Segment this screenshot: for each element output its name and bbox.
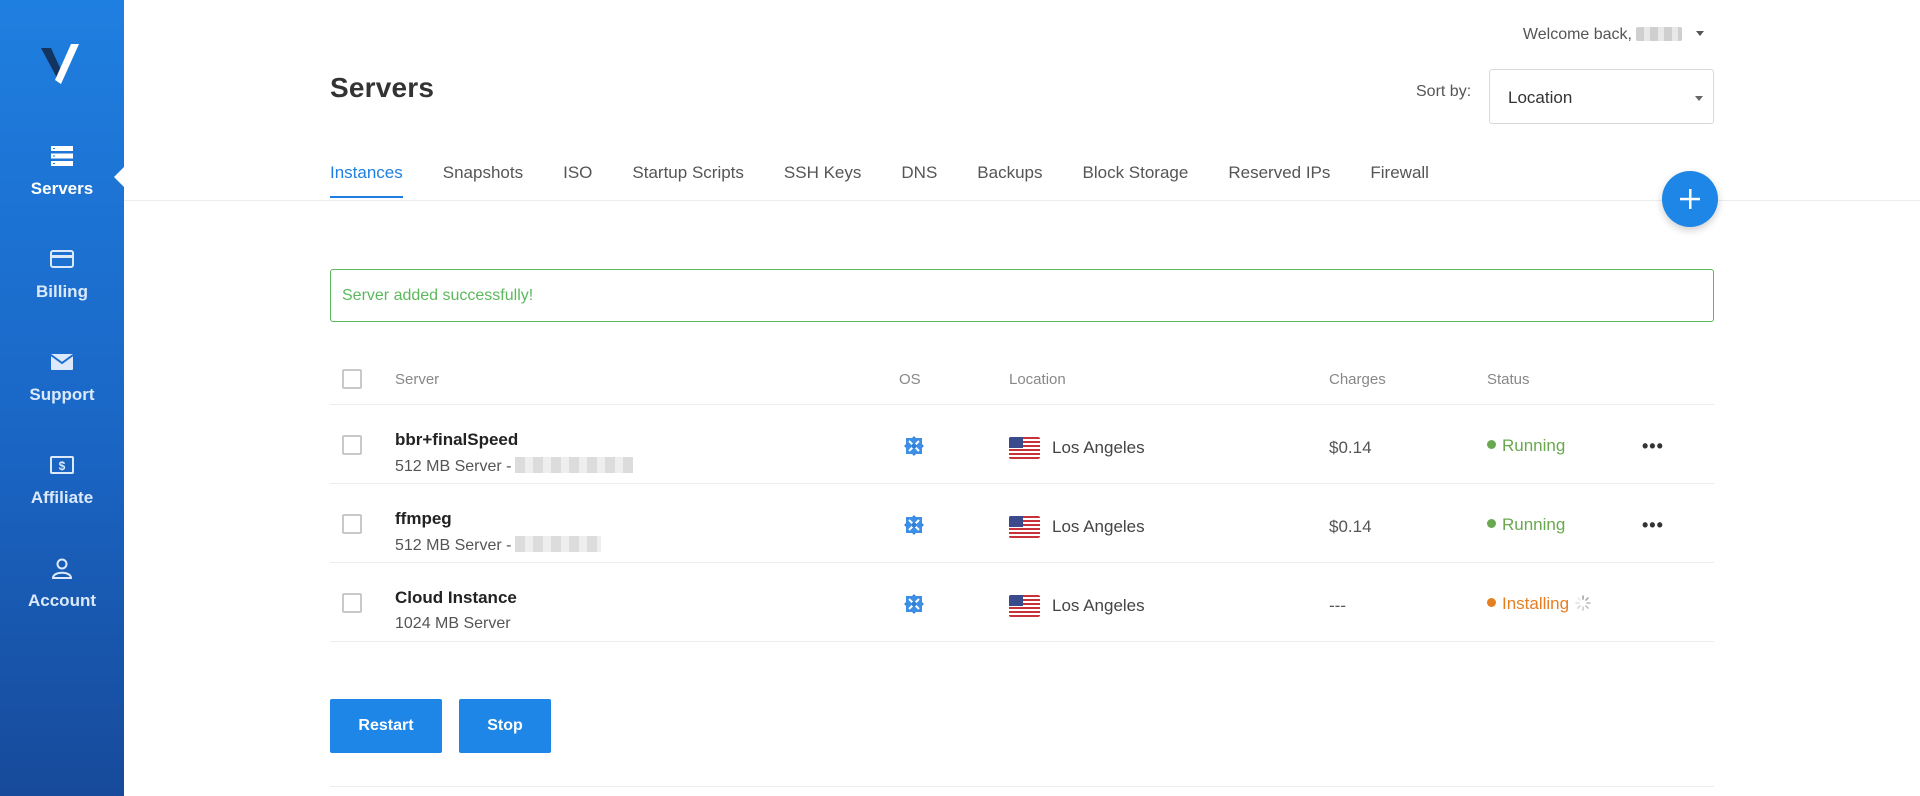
server-name[interactable]: bbr+finalSpeed — [395, 430, 518, 450]
centos-os-icon — [904, 594, 924, 614]
centos-os-icon — [904, 436, 924, 456]
column-header-location[interactable]: Location — [1009, 371, 1066, 388]
row-checkbox[interactable] — [342, 514, 362, 534]
sidebar-item-account[interactable]: Account — [0, 555, 124, 645]
success-alert: Server added successfully! — [330, 269, 1714, 322]
dollar-icon: $ — [50, 456, 74, 474]
user-menu[interactable]: Welcome back, — [1523, 26, 1704, 44]
status-dot — [1487, 440, 1496, 449]
status-dot — [1487, 519, 1496, 528]
envelope-icon — [50, 354, 74, 370]
loading-spinner-icon — [1575, 595, 1591, 611]
sidebar-item-label: Affiliate — [30, 488, 94, 507]
sort-select-value: Location — [1508, 88, 1573, 107]
server-details: 512 MB Server - — [395, 457, 634, 476]
status-badge: Installing — [1487, 594, 1591, 614]
sort-select[interactable]: Location — [1489, 69, 1714, 124]
table-row[interactable]: bbr+finalSpeed 512 MB Server - Los Angel… — [330, 405, 1714, 484]
page-title: Servers — [330, 72, 435, 103]
redacted-ip — [515, 536, 602, 552]
column-header-os[interactable]: OS — [899, 371, 921, 388]
sidebar-item-label: Billing — [36, 282, 88, 301]
server-name[interactable]: ffmpeg — [395, 509, 452, 529]
server-icon — [51, 146, 73, 166]
tab-ssh-keys[interactable]: SSH Keys — [784, 163, 861, 198]
server-charges: $0.14 — [1329, 517, 1372, 536]
redacted-ip — [515, 457, 634, 473]
sidebar-item-affiliate[interactable]: $ Affiliate — [0, 452, 124, 542]
sidebar-item-billing[interactable]: Billing — [0, 246, 124, 336]
table-header: Server OS Location Charges Status — [330, 355, 1714, 405]
tab-startup-scripts[interactable]: Startup Scripts — [632, 163, 744, 198]
tab-instances[interactable]: Instances — [330, 163, 403, 198]
sidebar-item-servers[interactable]: Servers — [0, 143, 126, 233]
stop-button[interactable]: Stop — [459, 699, 551, 753]
us-flag-icon — [1009, 516, 1040, 538]
server-charges: --- — [1329, 596, 1346, 615]
tab-block-storage[interactable]: Block Storage — [1083, 163, 1189, 198]
chevron-down-icon — [1696, 31, 1704, 36]
row-checkbox[interactable] — [342, 593, 362, 613]
tab-firewall[interactable]: Firewall — [1370, 163, 1429, 198]
tab-reserved-ips[interactable]: Reserved IPs — [1228, 163, 1330, 198]
column-header-status[interactable]: Status — [1487, 371, 1530, 388]
centos-os-icon — [904, 515, 924, 535]
tab-snapshots[interactable]: Snapshots — [443, 163, 523, 198]
status-badge: Running — [1487, 436, 1565, 456]
status-dot — [1487, 598, 1496, 607]
add-server-button[interactable] — [1662, 171, 1718, 227]
alert-message: Server added successfully! — [342, 287, 534, 304]
more-actions-icon[interactable]: ••• — [1642, 436, 1664, 457]
server-charges: $0.14 — [1329, 438, 1372, 457]
select-all-checkbox[interactable] — [342, 369, 362, 389]
sidebar-item-support[interactable]: Support — [0, 349, 124, 439]
status-badge: Running — [1487, 515, 1565, 535]
us-flag-icon — [1009, 595, 1040, 617]
vultr-logo[interactable] — [37, 40, 87, 90]
sidebar-item-label: Account — [28, 591, 96, 610]
divider — [330, 786, 1714, 787]
tab-backups[interactable]: Backups — [977, 163, 1042, 198]
row-checkbox[interactable] — [342, 435, 362, 455]
column-header-server[interactable]: Server — [395, 371, 439, 388]
server-details: 512 MB Server - — [395, 536, 602, 555]
chevron-down-icon — [1695, 96, 1703, 101]
server-location: Los Angeles — [1052, 596, 1145, 615]
table-row[interactable]: ffmpeg 512 MB Server - Los Angeles $0.14… — [330, 484, 1714, 563]
column-header-charges[interactable]: Charges — [1329, 371, 1386, 388]
tab-iso[interactable]: ISO — [563, 163, 592, 198]
tab-bar: Instances Snapshots ISO Startup Scripts … — [330, 163, 1469, 198]
svg-text:$: $ — [59, 459, 66, 473]
us-flag-icon — [1009, 437, 1040, 459]
table-row[interactable]: Cloud Instance 1024 MB Server Los Angele… — [330, 563, 1714, 642]
more-actions-icon[interactable]: ••• — [1642, 515, 1664, 536]
server-location: Los Angeles — [1052, 517, 1145, 536]
credit-card-icon — [50, 250, 74, 268]
server-details: 1024 MB Server — [395, 615, 511, 632]
redacted-username — [1636, 27, 1682, 41]
restart-button[interactable]: Restart — [330, 699, 442, 753]
server-location: Los Angeles — [1052, 438, 1145, 457]
welcome-text: Welcome back, — [1522, 26, 1632, 43]
tabs-divider — [124, 200, 1920, 201]
sidebar: Servers Billing Support $ Affiliate Acco… — [0, 0, 126, 796]
sort-label: Sort by: — [1416, 83, 1472, 100]
user-icon — [51, 558, 73, 579]
server-name[interactable]: Cloud Instance — [395, 588, 517, 608]
servers-table: Server OS Location Charges Status bbr+fi… — [330, 355, 1714, 642]
tab-dns[interactable]: DNS — [901, 163, 937, 198]
plus-icon — [1680, 189, 1700, 209]
sidebar-item-label: Support — [29, 385, 95, 404]
sidebar-item-label: Servers — [30, 179, 94, 198]
